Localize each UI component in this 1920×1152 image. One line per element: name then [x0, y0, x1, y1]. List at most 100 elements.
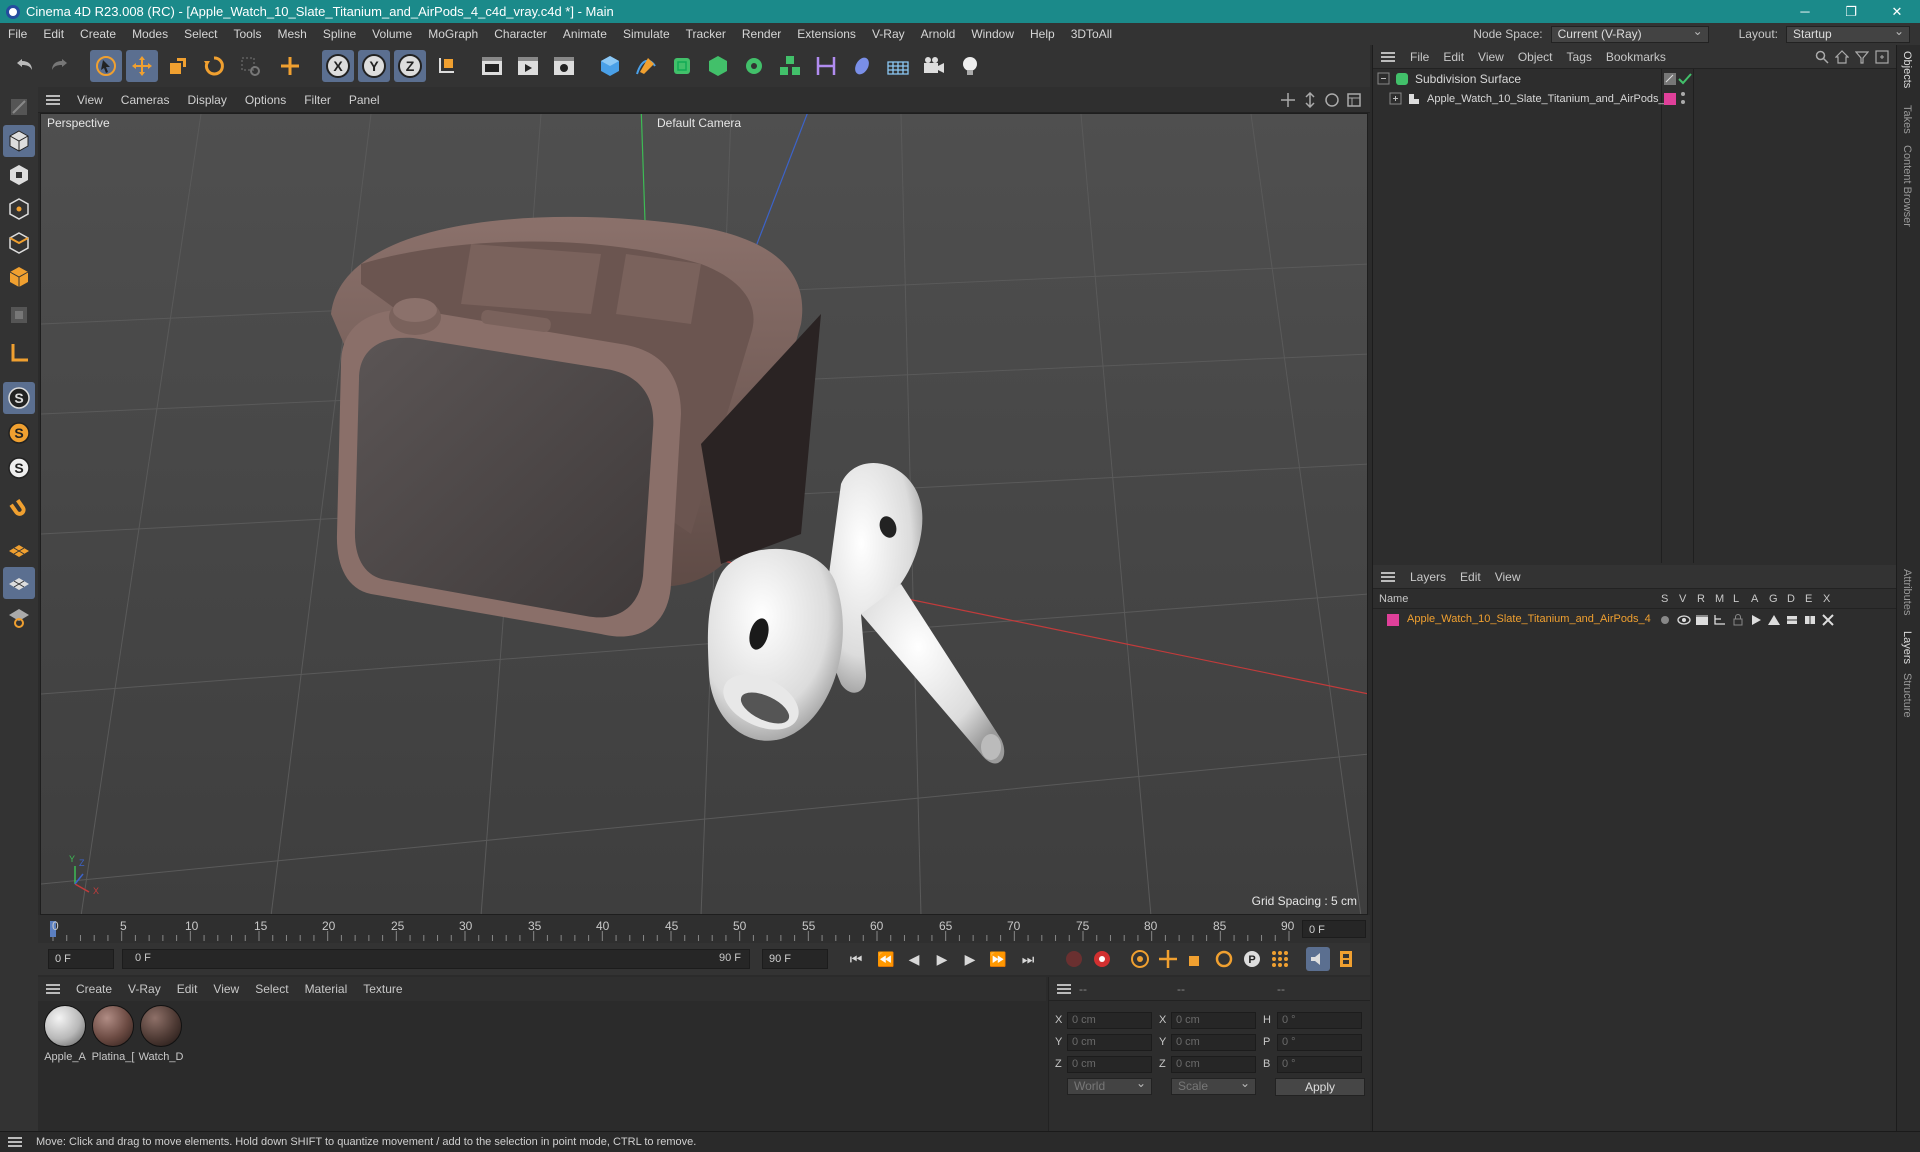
key-selection-button[interactable] — [1128, 947, 1152, 971]
menu-tracker[interactable]: Tracker — [678, 23, 734, 45]
add-object-button[interactable] — [274, 50, 306, 82]
enabled-check-icon[interactable] — [1678, 73, 1692, 85]
size-x-field[interactable]: 0 cm — [1171, 1012, 1256, 1029]
objects-menu-edit[interactable]: Edit — [1436, 50, 1471, 64]
pos-z-field[interactable]: 0 cm — [1067, 1056, 1152, 1073]
menu-character[interactable]: Character — [486, 23, 555, 45]
viewport-camera-label[interactable]: Default Camera — [657, 116, 741, 130]
viewport-menu-options[interactable]: Options — [236, 87, 295, 113]
render-to-picture-viewer-button[interactable] — [512, 50, 544, 82]
end-frame-field[interactable]: 90 F — [762, 949, 828, 969]
quantize-button[interactable]: S — [3, 452, 35, 484]
workplane-button[interactable] — [3, 533, 35, 565]
layer-name[interactable]: Apple_Watch_10_Slate_Titanium_and_AirPod… — [1407, 613, 1651, 625]
menu-file[interactable]: File — [0, 23, 35, 45]
menu-select[interactable]: Select — [176, 23, 225, 45]
texture-mode-button[interactable] — [3, 159, 35, 191]
key-parameter-button[interactable]: P — [1240, 947, 1264, 971]
layers-menu-layers[interactable]: Layers — [1403, 570, 1453, 584]
3d-viewport[interactable]: Perspective Default Camera Y Z X Grid Sp… — [40, 113, 1368, 915]
viewport-menu-panel[interactable]: Panel — [340, 87, 389, 113]
play-button[interactable]: ▶ — [930, 947, 954, 971]
menu-spline[interactable]: Spline — [315, 23, 364, 45]
live-selection-button[interactable] — [234, 50, 266, 82]
next-key-button[interactable]: ⏩ — [986, 947, 1010, 971]
home-icon[interactable] — [1835, 50, 1849, 64]
polygon-mode-button[interactable] — [3, 261, 35, 293]
camera-button[interactable] — [918, 50, 950, 82]
light-button[interactable] — [954, 50, 986, 82]
edge-mode-button[interactable] — [3, 227, 35, 259]
material-swatch[interactable]: Platina_[ — [90, 1005, 136, 1063]
menu-vray[interactable]: V-Ray — [864, 23, 913, 45]
menu-window[interactable]: Window — [963, 23, 1022, 45]
object-row-subdivision[interactable]: Subdivision Surface — [1373, 69, 1897, 89]
animation-play-icon[interactable] — [1749, 614, 1763, 626]
viewport-menu-view[interactable]: View — [68, 87, 112, 113]
objects-menu-bookmarks[interactable]: Bookmarks — [1599, 50, 1673, 64]
layer-color-swatch[interactable] — [1664, 93, 1676, 105]
expand-toggle-icon[interactable] — [1389, 92, 1403, 106]
size-y-field[interactable]: 0 cm — [1171, 1034, 1256, 1051]
key-rotation-button[interactable] — [1212, 947, 1236, 971]
x-axis-lock-button[interactable]: X — [322, 50, 354, 82]
side-tab-attributes[interactable]: Attributes — [1901, 569, 1913, 615]
make-editable-button[interactable] — [3, 91, 35, 123]
menu-arnold[interactable]: Arnold — [913, 23, 964, 45]
material-menu-create[interactable]: Create — [68, 977, 120, 1001]
field-button[interactable] — [846, 50, 878, 82]
menu-mesh[interactable]: Mesh — [269, 23, 314, 45]
frame-range-slider[interactable]: 0 F 90 F — [122, 949, 750, 969]
menu-mograph[interactable]: MoGraph — [420, 23, 486, 45]
material-swatch[interactable]: Apple_A — [42, 1005, 88, 1063]
objects-menu-tags[interactable]: Tags — [1560, 50, 1599, 64]
timeline-ruler[interactable]: 0 5 10 15 20 25 30 35 40 45 50 55 60 65 … — [38, 915, 1370, 943]
menu-extensions[interactable]: Extensions — [789, 23, 864, 45]
uv-mode-button[interactable] — [3, 299, 35, 331]
status-hamburger-icon[interactable] — [8, 1137, 22, 1147]
y-axis-lock-button[interactable]: Y — [358, 50, 390, 82]
pos-y-field[interactable]: 0 cm — [1067, 1034, 1152, 1051]
rot-b-field[interactable]: 0 ° — [1277, 1056, 1362, 1073]
workplane-snap-button[interactable]: S — [3, 417, 35, 449]
menu-help[interactable]: Help — [1022, 23, 1063, 45]
layer-color-swatch[interactable] — [1387, 614, 1399, 626]
objects-menu-object[interactable]: Object — [1511, 50, 1560, 64]
menu-create[interactable]: Create — [72, 23, 124, 45]
grid-button[interactable] — [3, 567, 35, 599]
cube-primitive-button[interactable] — [594, 50, 626, 82]
maximize-view-icon[interactable] — [1346, 92, 1362, 108]
key-position-button[interactable] — [1156, 947, 1180, 971]
scale-tool-button[interactable] — [162, 50, 194, 82]
move-tool-button[interactable] — [126, 50, 158, 82]
next-frame-button[interactable]: ▶ — [958, 947, 982, 971]
rot-p-field[interactable]: 0 ° — [1277, 1034, 1362, 1051]
pen-spline-button[interactable] — [630, 50, 662, 82]
start-frame-field[interactable]: 0 F — [48, 949, 114, 969]
subdivision-surface-button[interactable] — [666, 50, 698, 82]
render-settings-button[interactable] — [548, 50, 580, 82]
size-z-field[interactable]: 0 cm — [1171, 1056, 1256, 1073]
menu-modes[interactable]: Modes — [124, 23, 176, 45]
layers-menu-edit[interactable]: Edit — [1453, 570, 1488, 584]
previous-key-button[interactable]: ⏪ — [874, 947, 898, 971]
xref-icon[interactable] — [1821, 614, 1835, 626]
menu-edit[interactable]: Edit — [35, 23, 72, 45]
pan-view-icon[interactable] — [1280, 92, 1296, 108]
go-to-start-button[interactable]: ⏮ — [844, 947, 868, 971]
side-tab-content-browser[interactable]: Content Browser — [1901, 145, 1913, 227]
material-menu-material[interactable]: Material — [297, 977, 356, 1001]
filter-icon[interactable] — [1855, 50, 1869, 64]
viewport-menu-filter[interactable]: Filter — [295, 87, 340, 113]
eye-icon[interactable] — [1677, 614, 1691, 626]
timeline-window-button[interactable] — [1334, 947, 1358, 971]
axis-mode-button[interactable] — [3, 337, 35, 369]
cloner-button[interactable] — [738, 50, 770, 82]
expression-icon[interactable] — [1803, 614, 1817, 626]
viewport-menu-cameras[interactable]: Cameras — [112, 87, 179, 113]
layers-menu-view[interactable]: View — [1488, 570, 1528, 584]
material-menu-view[interactable]: View — [205, 977, 247, 1001]
layers-hamburger-icon[interactable] — [1381, 571, 1395, 582]
extrude-button[interactable] — [702, 50, 734, 82]
redo-button[interactable] — [44, 50, 76, 82]
